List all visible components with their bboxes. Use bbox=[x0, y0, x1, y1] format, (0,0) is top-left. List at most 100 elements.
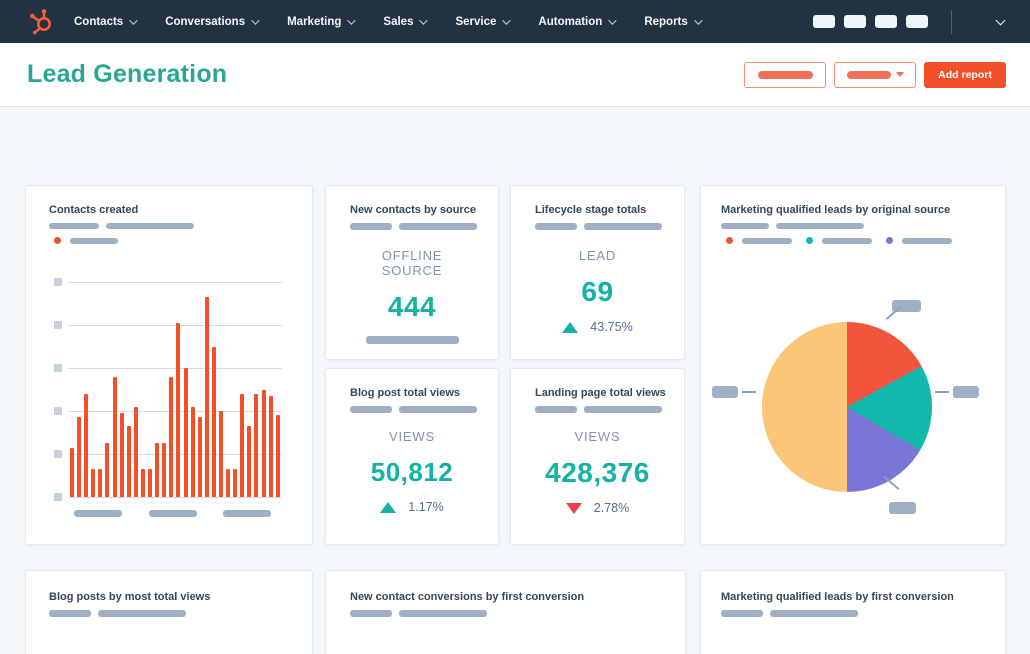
bar[interactable] bbox=[98, 469, 103, 497]
nav-item-label: Marketing bbox=[287, 15, 342, 28]
nav-tool-placeholder-2[interactable] bbox=[844, 15, 866, 28]
bar[interactable] bbox=[275, 415, 280, 497]
bar[interactable] bbox=[261, 389, 266, 497]
bar[interactable] bbox=[162, 443, 167, 497]
pie-label-left bbox=[712, 386, 738, 398]
stat-value: 69 bbox=[581, 276, 614, 307]
bar[interactable] bbox=[133, 406, 138, 497]
nav-tool-placeholder-4[interactable] bbox=[906, 15, 928, 28]
card-subtitle-placeholders bbox=[350, 610, 685, 617]
bar[interactable] bbox=[183, 368, 188, 497]
legend-dot-icon bbox=[54, 237, 61, 244]
nav-item-label: Conversations bbox=[165, 15, 246, 28]
add-report-button[interactable]: Add report bbox=[924, 61, 1006, 88]
bar[interactable] bbox=[140, 469, 145, 497]
bar[interactable] bbox=[84, 393, 89, 497]
delta-value: 1.17% bbox=[408, 500, 444, 514]
card-subtitle-placeholders bbox=[350, 406, 498, 413]
card-new-contacts-by-source: New contacts by source OFFLINE SOURCE 44… bbox=[325, 185, 499, 360]
card-subtitle-placeholders bbox=[350, 223, 498, 230]
nav-item-automation[interactable]: Automation bbox=[538, 15, 617, 28]
chevron-down-icon bbox=[129, 15, 138, 25]
nav-item-marketing[interactable]: Marketing bbox=[287, 15, 357, 28]
bar[interactable] bbox=[105, 443, 110, 497]
nav-item-sales[interactable]: Sales bbox=[383, 15, 429, 28]
filter-bar bbox=[0, 107, 1030, 266]
dashboard-dropdown-button[interactable] bbox=[834, 61, 916, 88]
bar[interactable] bbox=[211, 346, 216, 497]
pie-label-right bbox=[953, 386, 979, 398]
bar[interactable] bbox=[112, 376, 117, 497]
nav-tool-placeholder-1[interactable] bbox=[813, 15, 835, 28]
card-title: Blog posts by most total views bbox=[49, 591, 211, 603]
pie-tick-left bbox=[742, 391, 756, 393]
bar[interactable] bbox=[155, 443, 160, 497]
account-chevron-down-icon[interactable] bbox=[995, 15, 1006, 25]
card-lifecycle-stage-totals: Lifecycle stage totals LEAD 69 43.75% bbox=[510, 185, 685, 360]
bar[interactable] bbox=[190, 406, 195, 497]
dashboard-action-button[interactable] bbox=[744, 61, 826, 88]
nav-item-conversations[interactable]: Conversations bbox=[165, 15, 260, 28]
stat-label: VIEWS bbox=[389, 429, 435, 444]
y-axis-tick-placeholder bbox=[54, 321, 62, 329]
bar[interactable] bbox=[247, 426, 252, 497]
nav-divider bbox=[951, 9, 952, 34]
chevron-down-icon bbox=[608, 15, 617, 25]
delta-up-icon bbox=[380, 501, 397, 513]
delta-down-icon bbox=[565, 502, 582, 514]
nav-item-label: Reports bbox=[644, 15, 688, 28]
nav-tool-placeholder-3[interactable] bbox=[875, 15, 897, 28]
pie-tick-right bbox=[935, 391, 949, 393]
nav-item-contacts[interactable]: Contacts bbox=[74, 15, 138, 28]
card-subtitle-placeholders bbox=[535, 406, 684, 413]
nav-right-tools bbox=[813, 9, 1012, 34]
bar[interactable] bbox=[119, 413, 124, 497]
nav-item-reports[interactable]: Reports bbox=[644, 15, 703, 28]
bar[interactable] bbox=[126, 426, 131, 497]
bar[interactable] bbox=[70, 447, 74, 497]
bar[interactable] bbox=[204, 297, 209, 497]
bar[interactable] bbox=[148, 469, 153, 497]
bar[interactable] bbox=[218, 411, 223, 497]
nav-item-service[interactable]: Service bbox=[455, 15, 512, 28]
bar[interactable] bbox=[91, 469, 96, 497]
chevron-down-icon bbox=[251, 15, 260, 25]
card-landing-page-total-views: Landing page total views VIEWS 428,376 2… bbox=[510, 368, 685, 545]
card-title: Landing page total views bbox=[535, 387, 666, 399]
bar[interactable] bbox=[268, 395, 273, 497]
bar[interactable] bbox=[77, 417, 82, 497]
card-title: Contacts created bbox=[49, 204, 139, 216]
stat-delta: 2.78% bbox=[535, 501, 660, 515]
card-title: Marketing qualified leads by first conve… bbox=[721, 591, 954, 603]
button-label-placeholder bbox=[757, 70, 813, 79]
y-axis-tick-placeholder bbox=[54, 493, 62, 501]
bar[interactable] bbox=[254, 393, 259, 497]
bar[interactable] bbox=[176, 322, 181, 497]
x-axis-tick-placeholders bbox=[68, 497, 282, 517]
stat-delta: 43.75% bbox=[535, 320, 660, 334]
chart-legend bbox=[49, 237, 312, 244]
nav-menu: Contacts Conversations Marketing Sales Servi… bbox=[74, 15, 703, 28]
stat-delta: 1.17% bbox=[350, 500, 474, 514]
card-title: Blog post total views bbox=[350, 387, 461, 399]
card-blog-post-total-views: Blog post total views VIEWS 50,812 1.17% bbox=[325, 368, 499, 545]
bar[interactable] bbox=[240, 393, 245, 497]
bar-series bbox=[70, 282, 280, 497]
card-subtitle-placeholders bbox=[535, 223, 684, 230]
bar[interactable] bbox=[226, 469, 231, 497]
card-blog-posts-by-most-total-views: Blog posts by most total views bbox=[25, 570, 313, 654]
card-subtitle-placeholders bbox=[721, 610, 1005, 617]
bar[interactable] bbox=[169, 376, 174, 497]
hubspot-logo-icon[interactable] bbox=[26, 7, 56, 37]
bar[interactable] bbox=[197, 417, 202, 497]
y-axis-tick-placeholder bbox=[54, 407, 62, 415]
nav-item-label: Service bbox=[455, 15, 497, 28]
bar[interactable] bbox=[233, 469, 238, 497]
chevron-down-icon bbox=[419, 15, 429, 25]
delta-value: 2.78% bbox=[593, 501, 630, 515]
stat-label: VIEWS bbox=[574, 429, 621, 444]
pie-chart-area bbox=[701, 186, 1007, 546]
card-title: Lifecycle stage totals bbox=[535, 204, 647, 216]
pie-chart[interactable] bbox=[762, 322, 932, 492]
card-new-contact-conversions: New contact conversions by first convers… bbox=[325, 570, 686, 654]
